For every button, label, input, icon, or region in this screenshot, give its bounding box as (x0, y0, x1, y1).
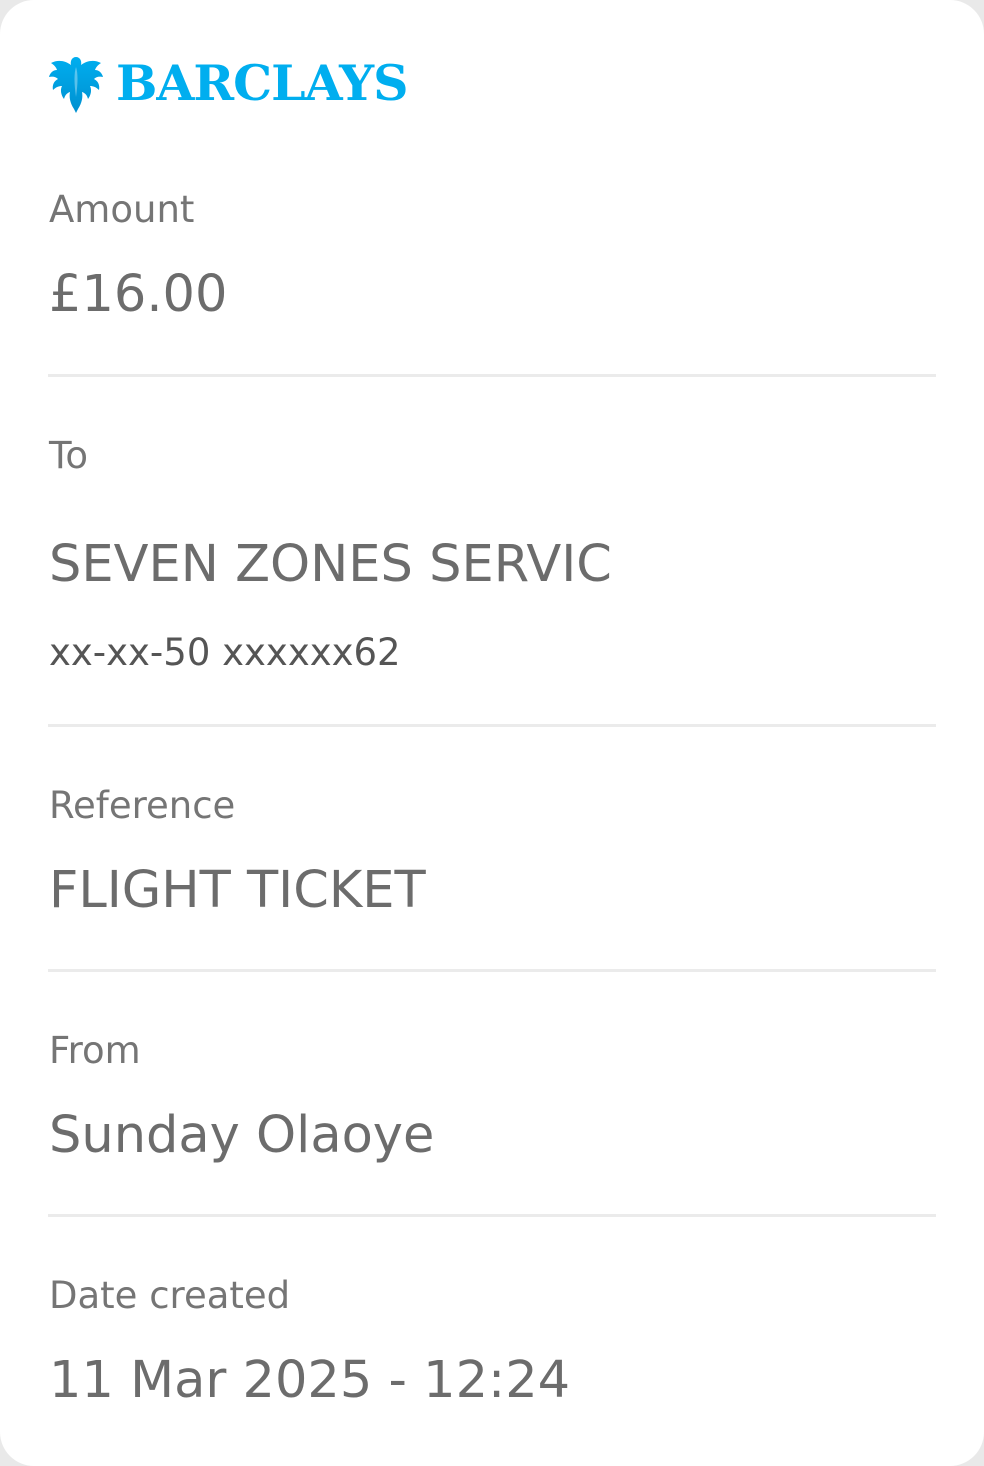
eagle-icon (49, 57, 103, 113)
amount-value: £16.00 (49, 265, 228, 324)
recipient-account: xx-xx-50 xxxxxx62 (49, 631, 401, 674)
recipient-name: SEVEN ZONES SERVIC (49, 535, 612, 594)
date-created-value: 11 Mar 2025 - 12:24 (49, 1351, 571, 1410)
from-label: From (49, 1029, 141, 1072)
divider (48, 374, 936, 377)
divider (48, 724, 936, 727)
divider (48, 1214, 936, 1217)
reference-value: FLIGHT TICKET (49, 861, 426, 920)
to-label: To (49, 434, 88, 477)
barclays-logo: BARCLAYS (48, 52, 409, 114)
payment-receipt-card: BARCLAYS Amount £16.00 To SEVEN ZONES SE… (0, 0, 984, 1466)
brand-name: BARCLAYS (116, 53, 409, 112)
date-created-label: Date created (49, 1274, 291, 1317)
reference-label: Reference (49, 784, 236, 827)
sender-name: Sunday Olaoye (49, 1106, 435, 1165)
divider (48, 969, 936, 972)
amount-label: Amount (49, 188, 195, 231)
